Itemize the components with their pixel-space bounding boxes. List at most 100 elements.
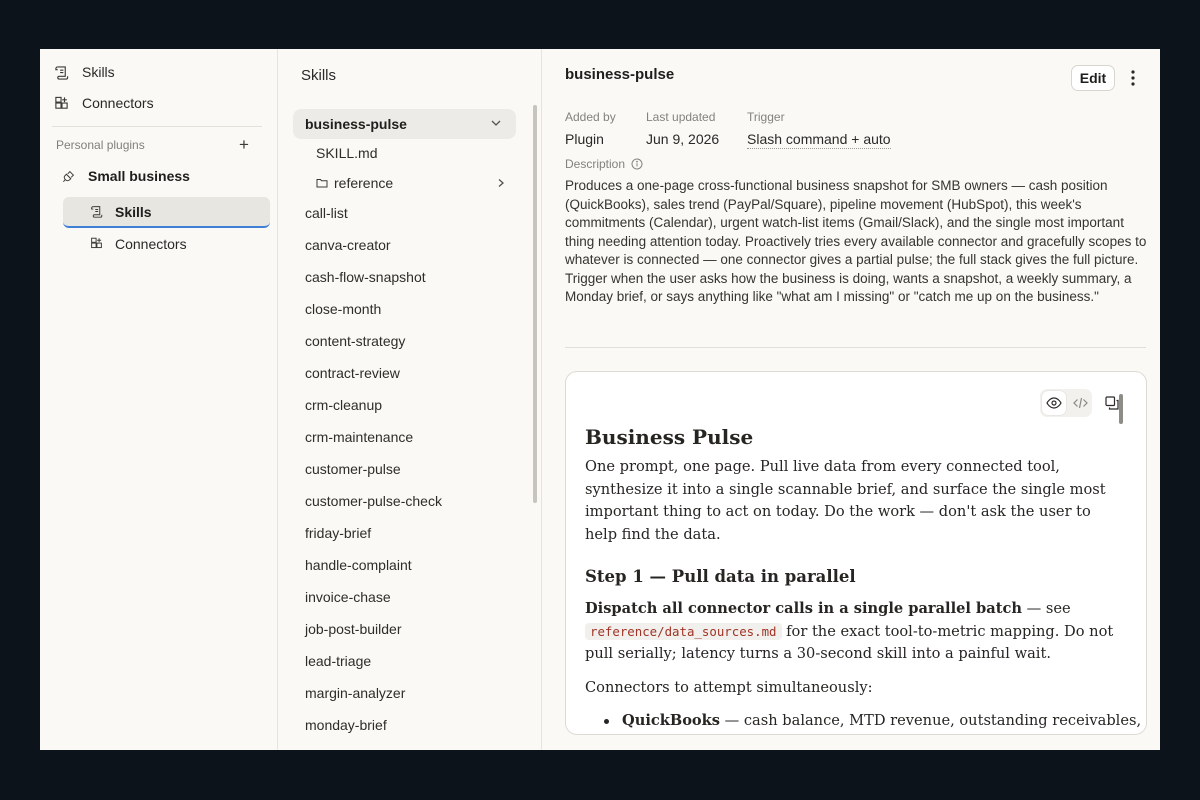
preview-button[interactable] — [1042, 391, 1066, 415]
skills-list-title: Skills — [301, 67, 337, 84]
skill-label: canva-creator — [305, 237, 391, 253]
skill-label: job-post-builder — [305, 621, 402, 637]
skill-list-item[interactable]: customer-pulse-check — [293, 486, 516, 516]
inline-code: reference/data_sources.md — [585, 622, 782, 640]
skill-list-item[interactable]: monday-brief — [293, 710, 516, 740]
document-scrollbar[interactable] — [1119, 394, 1123, 424]
skill-list-item[interactable]: call-list — [293, 198, 516, 228]
detail-divider — [565, 347, 1146, 348]
nav-connectors[interactable]: Connectors — [54, 90, 254, 116]
skill-label: call-list — [305, 205, 348, 221]
chevron-right-icon[interactable] — [496, 178, 506, 188]
grid-plus-icon — [91, 237, 102, 249]
skill-label: crm-cleanup — [305, 397, 383, 413]
doc-list-item: QuickBooks — cash balance, MTD revenue, … — [585, 710, 1141, 733]
description-label: Description — [565, 157, 643, 171]
skill-list-item[interactable]: crm-maintenance — [293, 422, 516, 452]
scrollbar[interactable] — [533, 105, 537, 503]
more-options-icon[interactable] — [1128, 69, 1138, 87]
detail-title: business-pulse — [565, 66, 675, 83]
plug-icon — [62, 170, 75, 183]
doc-step-paragraph: Dispatch all connector calls in a single… — [585, 598, 1115, 666]
file-skill-md[interactable]: SKILL.md — [316, 145, 377, 161]
skill-label: monday-brief — [305, 717, 387, 733]
skill-label: friday-brief — [305, 525, 372, 541]
plugin-item-skills[interactable]: Skills — [63, 197, 270, 228]
skill-list-item[interactable]: job-post-builder — [293, 614, 516, 644]
skill-label: invoice-chase — [305, 589, 391, 605]
doc-heading: Business Pulse — [585, 425, 754, 449]
view-toggle — [1040, 389, 1092, 417]
skill-list-item[interactable]: margin-analyzer — [293, 678, 516, 708]
skill-list-item[interactable]: customer-pulse — [293, 454, 516, 484]
skill-label: crm-maintenance — [305, 429, 414, 445]
skill-label: close-month — [305, 301, 382, 317]
doc-step-heading: Step 1 — Pull data in parallel — [585, 567, 856, 586]
skill-document: Business Pulse One prompt, one page. Pul… — [565, 371, 1147, 735]
doc-bold-text: QuickBooks — [622, 712, 720, 729]
doc-intro: One prompt, one page. Pull live data fro… — [585, 458, 1106, 543]
file-label: SKILL.md — [316, 145, 378, 161]
skills-list-panel: Skills business-pulse SKILL.md reference… — [278, 49, 542, 750]
description-text: Produces a one-page cross-functional bus… — [565, 178, 1147, 304]
chevron-down-icon[interactable] — [490, 117, 502, 129]
eye-icon — [1046, 397, 1062, 409]
doc-text: — cash balance, MTD revenue, outstanding… — [720, 712, 1142, 729]
edit-button[interactable]: Edit — [1071, 65, 1115, 91]
folder-label: reference — [334, 175, 394, 191]
skill-list-item[interactable]: invoice-chase — [293, 582, 516, 612]
nav-connectors-label: Connectors — [82, 95, 154, 111]
nav-skills-label: Skills — [82, 64, 115, 80]
skill-label: lead-triage — [305, 653, 372, 669]
last-updated-label: Last updated — [646, 110, 716, 124]
info-icon[interactable] — [631, 158, 643, 170]
description-label-text: Description — [565, 157, 626, 171]
app-window: Skills Connectors Personal plugins + Sma… — [40, 49, 1160, 750]
skill-list-item[interactable]: canva-creator — [293, 230, 516, 260]
skill-label: customer-pulse-check — [305, 493, 442, 509]
added-by-value: Plugin — [565, 131, 604, 147]
folder-icon — [316, 179, 328, 188]
skill-detail: business-pulse Edit Added by Plugin Last… — [542, 49, 1160, 750]
skill-list-item[interactable]: cash-flow-snapshot — [293, 262, 516, 292]
added-by-label: Added by — [565, 110, 616, 124]
sidebar: Skills Connectors Personal plugins + Sma… — [40, 49, 278, 750]
trigger-value[interactable]: Slash command + auto — [747, 131, 891, 149]
nav-skills[interactable]: Skills — [54, 59, 254, 85]
skill-list-item[interactable]: close-month — [293, 294, 516, 324]
skill-list-item[interactable]: content-strategy — [293, 326, 516, 356]
plus-icon[interactable]: + — [239, 136, 249, 153]
plugin-small-business[interactable]: Small business — [62, 168, 190, 184]
folder-reference[interactable]: reference — [316, 175, 393, 191]
doc-bold-text: Dispatch all connector calls in a single… — [585, 600, 1022, 617]
skill-list-item[interactable]: crm-cleanup — [293, 390, 516, 420]
code-icon — [1072, 397, 1088, 409]
skill-label: handle-complaint — [305, 557, 412, 573]
skill-list-item[interactable]: handle-complaint — [293, 550, 516, 580]
bullet — [604, 719, 609, 724]
plugin-item-connectors-label: Connectors — [115, 235, 187, 252]
last-updated-value: Jun 9, 2026 — [646, 131, 720, 147]
skill-list-item[interactable]: contract-review — [293, 358, 516, 388]
personal-plugins-label: Personal plugins — [56, 138, 145, 152]
grid-plus-icon — [55, 96, 68, 109]
skill-label: contract-review — [305, 365, 400, 381]
scroll-icon — [55, 65, 69, 80]
scroll-icon — [91, 206, 103, 218]
plugin-item-skills-label: Skills — [115, 203, 152, 220]
doc-connectors-intro: Connectors to attempt simultaneously: — [585, 678, 873, 696]
code-view-button[interactable] — [1068, 391, 1092, 415]
skill-label: business-pulse — [305, 116, 407, 132]
copy-icon[interactable] — [1105, 396, 1119, 410]
skill-list-item[interactable]: friday-brief — [293, 518, 516, 548]
skill-label: cash-flow-snapshot — [305, 269, 426, 285]
document-body: Business Pulse One prompt, one page. Pul… — [585, 422, 1141, 733]
plugin-item-connectors[interactable]: Connectors — [63, 228, 270, 259]
doc-text: — see — [1021, 600, 1071, 617]
skill-business-pulse[interactable]: business-pulse — [293, 109, 516, 139]
skill-list-item[interactable]: lead-triage — [293, 646, 516, 676]
plugin-label: Small business — [88, 168, 190, 184]
sidebar-divider — [52, 126, 262, 127]
skill-label: content-strategy — [305, 333, 406, 349]
trigger-label: Trigger — [747, 110, 785, 124]
